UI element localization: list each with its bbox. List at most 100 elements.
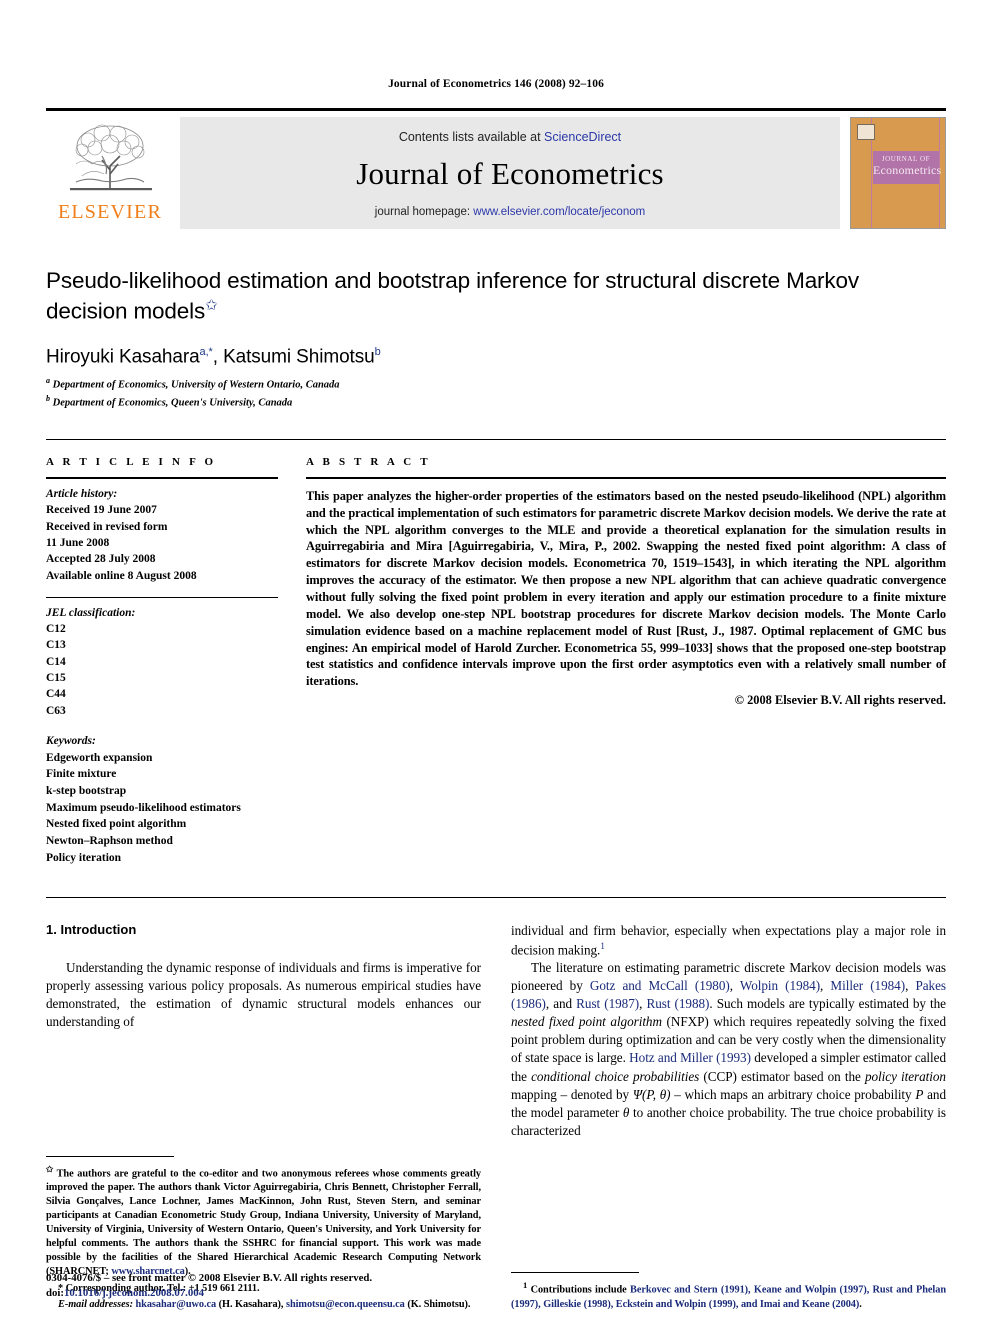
- jel-code: C13: [46, 639, 66, 652]
- body-column-left: 1. Introduction Understanding the dynami…: [46, 922, 481, 1312]
- citation-wolpin-1984[interactable]: Wolpin (1984): [740, 978, 820, 993]
- keyword-item: Edgeworth expansion: [46, 751, 153, 764]
- jel-code: C14: [46, 655, 66, 668]
- affiliation-item: a Department of Economics, University of…: [46, 375, 946, 393]
- term-policy-iteration: policy iteration: [864, 1068, 946, 1084]
- article-history-item: Received 19 June 2007: [46, 504, 157, 517]
- footnote-star: ✩ The authors are grateful to the co-edi…: [46, 1164, 481, 1279]
- section-heading-introduction: 1. Introduction: [46, 921, 137, 937]
- keywords-label: Keywords:: [46, 735, 96, 748]
- sep: ,: [820, 978, 831, 994]
- keyword-item: Policy iteration: [46, 851, 122, 864]
- paper-page: Journal of Econometrics 146 (2008) 92–10…: [0, 0, 992, 1323]
- jel-code: C63: [46, 704, 66, 717]
- keyword-item: k-step bootstrap: [46, 785, 127, 798]
- doi-line: doi:10.1016/j.jeconom.2008.07.004: [46, 1286, 372, 1301]
- cover-title-line2: Econometrics: [873, 163, 942, 177]
- elsevier-wordmark: ELSEVIER: [57, 201, 163, 223]
- journal-homepage-link[interactable]: www.elsevier.com/locate/jeconom: [473, 206, 645, 218]
- sciencedirect-link[interactable]: ScienceDirect: [544, 130, 621, 144]
- contents-available-line: Contents lists available at ScienceDirec…: [399, 130, 621, 144]
- keyword-item: Newton–Raphson method: [46, 835, 173, 848]
- jel-code: C12: [46, 623, 66, 636]
- body-column-right: individual and firm behavior, especially…: [511, 922, 946, 1312]
- affiliation-mark: a: [46, 376, 50, 386]
- abstract-copyright: © 2008 Elsevier B.V. All rights reserved…: [734, 693, 946, 708]
- keyword-item: Maximum pseudo-likelihood estimators: [46, 801, 241, 814]
- elsevier-logo: ELSEVIER: [46, 117, 174, 229]
- author-list: Hiroyuki Kasaharaa,*, Katsumi Shimotsub: [46, 346, 381, 368]
- citation-rust-1988[interactable]: Rust (1988): [646, 996, 709, 1011]
- email-2-who: (K. Shimotsu).: [404, 1298, 471, 1310]
- term-nested-fixed-point-algorithm: nested fixed point algorithm: [511, 1014, 662, 1030]
- doi-prefix: doi:: [46, 1286, 64, 1299]
- journal-masthead: ELSEVIER Contents lists available at Sci…: [46, 108, 946, 229]
- cover-title-band: JOURNAL OF Econometrics: [873, 151, 942, 184]
- journal-band: Contents lists available at ScienceDirec…: [180, 117, 840, 229]
- doi-link[interactable]: 10.1016/j.jeconom.2008.07.004: [64, 1287, 204, 1299]
- journal-title: Journal of Econometrics: [356, 156, 664, 191]
- article-history-item: Available online 8 August 2008: [46, 569, 197, 582]
- math-psi-p-theta: Ψ(P, θ): [632, 1086, 671, 1102]
- issn-front-matter: 0304-4076/$ – see front matter © 2008 El…: [46, 1271, 373, 1284]
- sep: ,: [729, 978, 740, 994]
- footnote-reference-1[interactable]: 1: [600, 941, 605, 951]
- elsevier-tree-icon: [69, 124, 152, 191]
- body-columns: 1. Introduction Understanding the dynami…: [46, 896, 946, 1312]
- footnote-1: 1 Contributions include Berkovec and Ste…: [511, 1280, 946, 1311]
- contents-prefix: Contents lists available at: [398, 130, 545, 144]
- affiliation-item: b Department of Economics, Queen's Unive…: [46, 393, 946, 411]
- jel-label: JEL classification:: [46, 606, 136, 619]
- running-head: Journal of Econometrics 146 (2008) 92–10…: [388, 78, 604, 90]
- intro-p2-seg5: (CCP) estimator based on the: [699, 1068, 865, 1084]
- intro-p2-seg7: – which maps an arbitrary choice probabi…: [670, 1086, 916, 1102]
- footnote-rule: [511, 1272, 639, 1274]
- article-info-heading: A R T I C L E I N F O: [46, 455, 217, 468]
- paper-title-text: Pseudo-likelihood estimation and bootstr…: [46, 268, 859, 324]
- footnote-1-prefix: Contributions include: [530, 1284, 630, 1296]
- footnote-1-suffix: .: [859, 1298, 862, 1310]
- citation-miller-1984[interactable]: Miller (1984): [830, 978, 905, 993]
- author-affiliation-marks[interactable]: a,*: [200, 346, 213, 358]
- info-abstract-section: A R T I C L E I N F O Article history: R…: [46, 438, 946, 867]
- colophon: 0304-4076/$ – see front matter © 2008 El…: [46, 1271, 372, 1301]
- intro-p2-seg2: . Such models are typically estimated by…: [709, 996, 946, 1012]
- footnote-rule: [46, 1156, 174, 1158]
- affiliation-list: a Department of Economics, University of…: [46, 375, 946, 410]
- intro-paragraph-1-continued: individual and firm behavior, especially…: [511, 922, 946, 960]
- title-footnote-star-icon[interactable]: ✩: [205, 297, 218, 314]
- cover-emblem-icon: [857, 124, 875, 140]
- keyword-item: Nested fixed point algorithm: [46, 818, 187, 831]
- article-history-group: Article history: Received 19 June 2007 R…: [46, 479, 278, 584]
- footnote-star-mark: ✩: [46, 1164, 54, 1175]
- affiliation-mark: b: [46, 394, 50, 404]
- title-block: Pseudo-likelihood estimation and bootstr…: [46, 267, 946, 411]
- keywords-group: Keywords: Edgeworth expansion Finite mix…: [46, 733, 278, 866]
- article-history-item: Received in revised form: [46, 520, 168, 533]
- term-conditional-choice-probabilities: conditional choice probabilities: [531, 1068, 700, 1084]
- citation-hotz-miller-1993[interactable]: Hotz and Miller (1993): [629, 1050, 751, 1065]
- citation-gotz-mccall-1980[interactable]: Gotz and McCall (1980): [590, 978, 730, 993]
- article-history-label: Article history:: [46, 487, 118, 500]
- intro-paragraph-1-left: Understanding the dynamic response of in…: [46, 959, 481, 1029]
- jel-code: C15: [46, 672, 66, 685]
- affiliation-text: Department of Economics, University of W…: [52, 379, 340, 391]
- author-name: Katsumi Shimotsu: [223, 346, 375, 368]
- abstract-heading: A B S T R A C T: [306, 455, 431, 468]
- intro-p2-seg6: mapping – denoted by: [511, 1086, 633, 1102]
- article-history-item: Accepted 28 July 2008: [46, 553, 156, 566]
- intro-para1-right-text: individual and firm behavior, especially…: [511, 922, 946, 957]
- footnote-1-mark: 1: [523, 1280, 528, 1291]
- keyword-item: Finite mixture: [46, 768, 117, 781]
- sep: ,: [905, 978, 916, 994]
- abstract-text: This paper analyzes the higher-order pro…: [306, 488, 946, 689]
- journal-homepage-line: journal homepage: www.elsevier.com/locat…: [375, 206, 645, 218]
- footnote-block-right: 1 Contributions include Berkovec and Ste…: [511, 1272, 946, 1311]
- cover-title-line1: JOURNAL OF: [881, 155, 931, 163]
- citation-rust-1987[interactable]: Rust (1987): [576, 996, 639, 1011]
- article-history-item: 11 June 2008: [46, 536, 110, 549]
- affiliation-text: Department of Economics, Queen's Univers…: [52, 397, 293, 409]
- sep: , and: [545, 996, 577, 1012]
- author-affiliation-marks[interactable]: b: [375, 346, 381, 358]
- footnote-star-text: The authors are grateful to the co-edito…: [46, 1168, 481, 1277]
